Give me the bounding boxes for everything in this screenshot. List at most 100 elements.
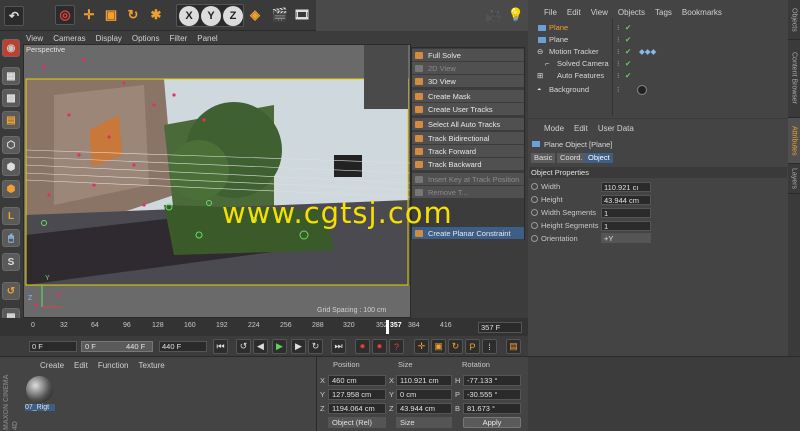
- height-segments-anim-icon[interactable]: [531, 222, 538, 229]
- size-z-field[interactable]: 43.944 cm: [396, 403, 452, 414]
- rot-b-field[interactable]: 81.673 °: [463, 403, 521, 414]
- size-y-field[interactable]: 0 cm: [396, 389, 452, 400]
- undo-icon[interactable]: ↶: [4, 6, 24, 26]
- play-icon[interactable]: ▶: [272, 339, 287, 354]
- am-menu-user-data[interactable]: User Data: [598, 124, 634, 133]
- size-x-field[interactable]: 110.921 cm: [396, 375, 452, 386]
- parameter-key-icon[interactable]: P: [465, 339, 480, 354]
- y-axis-lock-button[interactable]: Y: [201, 6, 221, 26]
- size-mode-dropdown[interactable]: Size: [396, 417, 452, 428]
- object-row-motion-tracker[interactable]: ⊖ Motion Tracker ⁝ ✔ ◆◆◆: [531, 46, 786, 58]
- next-frame-icon[interactable]: ▶: [291, 339, 306, 354]
- render-picture-viewer-icon[interactable]: 🎞: [292, 5, 312, 25]
- apply-button[interactable]: Apply: [463, 417, 521, 428]
- light-icon[interactable]: 💡: [506, 5, 526, 25]
- object-row-auto-features[interactable]: ⊞ Auto Features ⁝ ✔: [531, 70, 786, 82]
- current-frame-field[interactable]: 357 F: [478, 322, 522, 333]
- om-menu-bookmarks[interactable]: Bookmarks: [682, 8, 722, 17]
- menu-panel[interactable]: Panel: [197, 34, 217, 43]
- position-key-icon[interactable]: ✛: [414, 339, 429, 354]
- coordinate-mode-dropdown[interactable]: Object (Rel): [328, 417, 386, 428]
- menu-item-full-solve[interactable]: Full Solve: [412, 49, 524, 62]
- scale-icon[interactable]: ▣: [101, 5, 121, 25]
- height-anim-icon[interactable]: [531, 196, 538, 203]
- x-axis-lock-button[interactable]: X: [179, 6, 199, 26]
- end-frame-field[interactable]: 440 F: [159, 341, 207, 352]
- om-menu-view[interactable]: View: [591, 8, 608, 17]
- pos-z-field[interactable]: 1194.064 cm: [328, 403, 386, 414]
- playhead[interactable]: [386, 320, 389, 334]
- menu-item-track-bidirectional[interactable]: Track Bidirectional: [412, 132, 524, 145]
- rotate-icon[interactable]: ↻: [123, 5, 143, 25]
- move-icon[interactable]: ✛: [79, 5, 99, 25]
- mm-menu-texture[interactable]: Texture: [139, 361, 165, 370]
- record-active-objects-icon[interactable]: ⏺: [355, 339, 370, 354]
- menu-item-insert-key[interactable]: Insert Key at Track Position: [412, 173, 524, 186]
- menu-filter[interactable]: Filter: [169, 34, 187, 43]
- coordinate-system-icon[interactable]: ◈: [245, 5, 265, 25]
- object-row-plane-selected[interactable]: Plane ⁝ ✔: [531, 22, 786, 34]
- tab-objects[interactable]: Objects: [788, 0, 800, 40]
- autokeying-icon[interactable]: ⏺: [372, 339, 387, 354]
- orientation-dropdown[interactable]: +Y: [601, 233, 651, 243]
- width-anim-icon[interactable]: [531, 183, 538, 190]
- rot-h-field[interactable]: -77.133 °: [463, 375, 521, 386]
- orientation-anim-icon[interactable]: [531, 235, 538, 242]
- model-mode-icon[interactable]: ▦: [2, 67, 20, 85]
- make-editable-icon[interactable]: ◉: [2, 39, 20, 57]
- width-field[interactable]: 110.921 cı: [601, 182, 651, 192]
- rot-p-field[interactable]: -30.555 °: [463, 389, 521, 400]
- am-menu-mode[interactable]: Mode: [544, 124, 564, 133]
- am-menu-edit[interactable]: Edit: [574, 124, 588, 133]
- last-tool-icon[interactable]: ✱: [146, 5, 166, 25]
- z-axis-lock-button[interactable]: Z: [223, 6, 243, 26]
- rotation-key-icon[interactable]: ↻: [448, 339, 463, 354]
- polygons-mode-icon[interactable]: ⬢: [2, 180, 20, 198]
- menu-item-create-user-tracks[interactable]: Create User Tracks: [412, 103, 524, 116]
- attribute-tab-basic[interactable]: Basic: [531, 153, 556, 163]
- object-row-background[interactable]: ◓ Background ⁝: [531, 84, 786, 96]
- pos-x-field[interactable]: 460 cm: [328, 375, 386, 386]
- tab-layers[interactable]: Layers: [788, 164, 800, 194]
- height-field[interactable]: 43.944 cm: [601, 195, 651, 205]
- object-row-solved-camera[interactable]: ⌐ Solved Camera ⁝ ✔: [531, 58, 786, 70]
- start-frame-field[interactable]: 0 F: [29, 341, 77, 352]
- menu-item-track-forward[interactable]: Track Forward: [412, 145, 524, 158]
- mm-menu-edit[interactable]: Edit: [74, 361, 88, 370]
- live-selection-icon[interactable]: ◎: [55, 5, 75, 25]
- pos-y-field[interactable]: 127.958 cm: [328, 389, 386, 400]
- om-menu-edit[interactable]: Edit: [567, 8, 581, 17]
- point-level-key-icon[interactable]: ⁞: [482, 339, 497, 354]
- menu-item-select-all-auto-tracks[interactable]: Select All Auto Tracks: [412, 118, 524, 131]
- mm-menu-create[interactable]: Create: [40, 361, 64, 370]
- render-view-icon[interactable]: 🎬: [270, 5, 290, 25]
- points-mode-icon[interactable]: ⬡: [2, 136, 20, 154]
- viewport[interactable]: Perspective Y Z Grid Spacing : 100 cm: [23, 44, 411, 318]
- snap-icon[interactable]: S: [2, 253, 20, 271]
- texture-mode-icon[interactable]: ▩: [2, 89, 20, 107]
- material-name-label[interactable]: 07_Rigt: [25, 404, 55, 411]
- prev-key-icon[interactable]: ↺: [236, 339, 251, 354]
- width-segments-anim-icon[interactable]: [531, 209, 538, 216]
- prev-frame-icon[interactable]: ◀: [253, 339, 268, 354]
- next-key-icon[interactable]: ↻: [308, 339, 323, 354]
- workplane-icon[interactable]: ↺: [2, 282, 20, 300]
- goto-end-icon[interactable]: ⏭: [331, 339, 346, 354]
- menu-item-3d-view[interactable]: 3D View: [412, 75, 524, 88]
- attribute-tab-object[interactable]: Object: [585, 153, 613, 163]
- menu-options[interactable]: Options: [132, 34, 160, 43]
- goto-start-icon[interactable]: ⏮: [213, 339, 228, 354]
- edges-mode-icon[interactable]: ⬢: [2, 158, 20, 176]
- om-menu-objects[interactable]: Objects: [618, 8, 645, 17]
- object-row-plane[interactable]: Plane ⁝ ✔: [531, 34, 786, 46]
- menu-view[interactable]: View: [26, 34, 43, 43]
- menu-item-create-mask[interactable]: Create Mask: [412, 90, 524, 103]
- range-slider[interactable]: 0 F 440 F: [81, 341, 153, 352]
- keyframe-selection-icon[interactable]: ?: [389, 339, 404, 354]
- tweak-mode-icon[interactable]: 🖱: [2, 229, 20, 247]
- menu-item-track-backward[interactable]: Track Backward: [412, 158, 524, 171]
- camera-icon[interactable]: 🎥: [484, 5, 504, 25]
- attribute-tab-coord[interactable]: Coord.: [557, 153, 586, 163]
- om-menu-file[interactable]: File: [544, 8, 557, 17]
- axis-mode-icon[interactable]: ▤: [2, 111, 20, 129]
